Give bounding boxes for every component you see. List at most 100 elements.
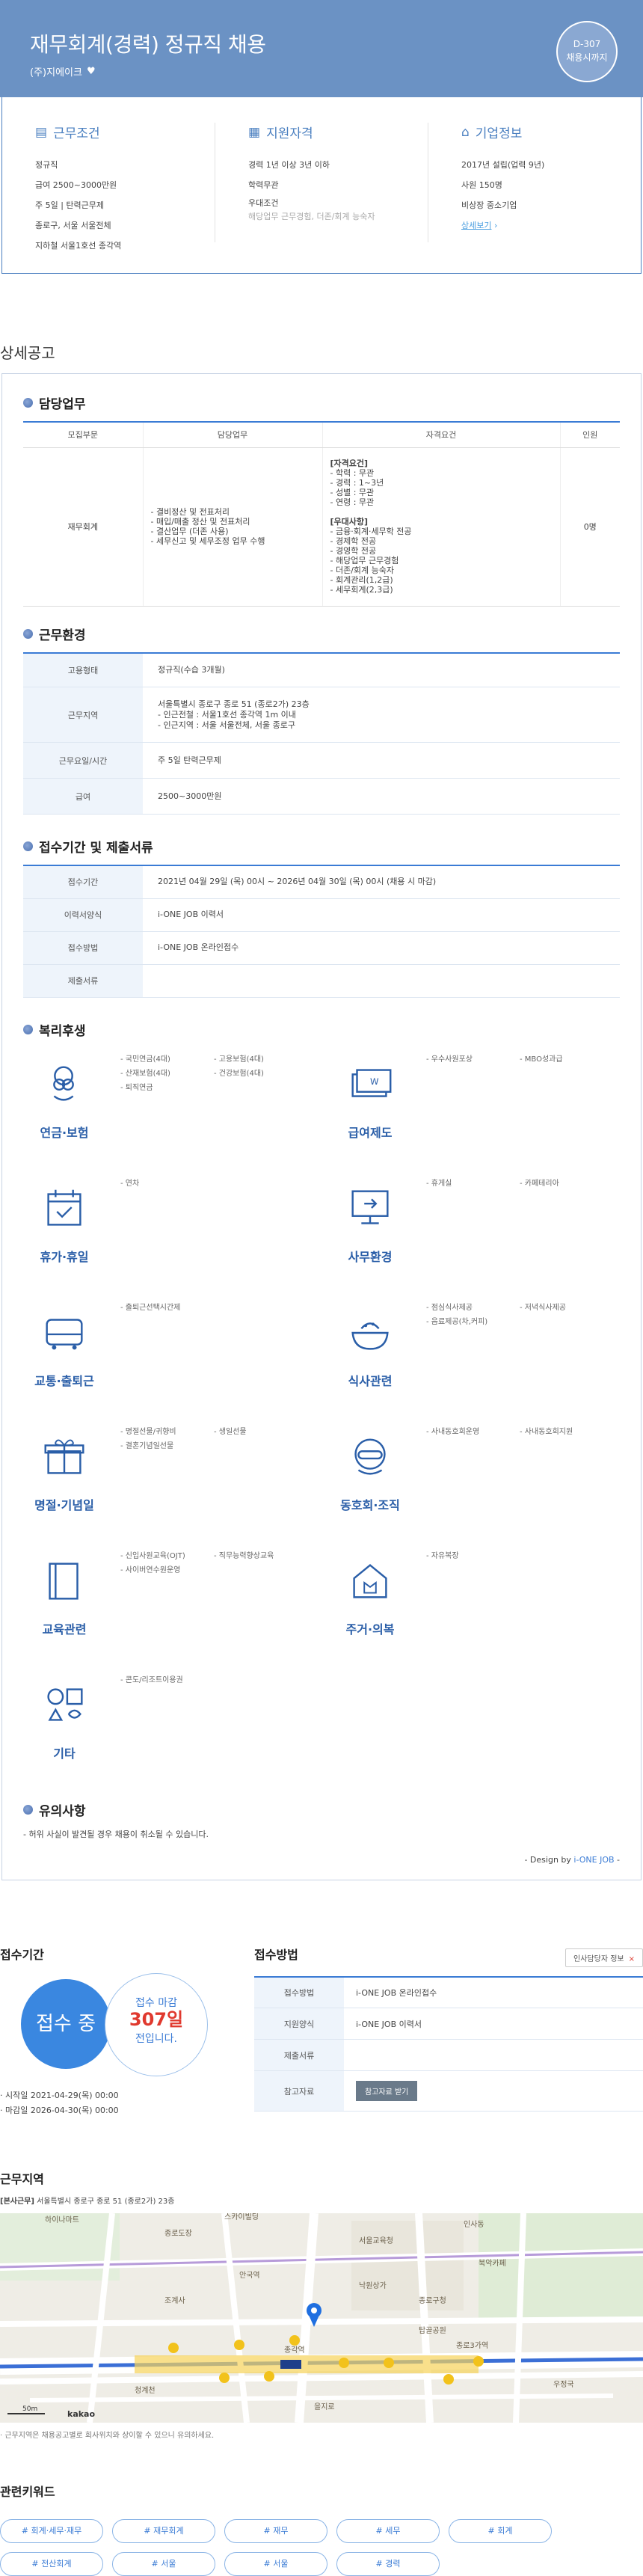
book-icon [49, 1562, 79, 1600]
benefit-entry: - 휴게실 [426, 1179, 452, 1188]
id-card-icon: ▦ [248, 124, 261, 140]
company-name[interactable]: (주)지에이크 [30, 64, 82, 79]
summary-conditions-title: 근무조건 [53, 126, 100, 141]
map-scale: 50m [22, 2405, 37, 2413]
company-name-row[interactable]: (주)지에이크 ♥ [30, 64, 96, 79]
bullet-icon [23, 398, 33, 408]
keyword-tag[interactable]: # 세무 [336, 2518, 440, 2543]
benefit-list: - 신입사원교육(OJT) - 직무능력향상교육 - 사이버연수원운영 [120, 1549, 307, 1574]
pref-line: - 더존/회계 능숙자 [330, 565, 395, 575]
keyword-tag[interactable]: # 서울 [112, 2551, 215, 2576]
keyword-tag[interactable]: # 회계 [449, 2518, 552, 2543]
close-icon[interactable]: × [629, 1955, 635, 1963]
row-label: 고용형태 [23, 652, 143, 687]
benefit-entry: - 퇴직연금 [120, 1083, 153, 1092]
download-reference-button[interactable]: 참고자료 받기 [356, 2081, 418, 2101]
benefit-entry: - 사내동호회운영 [426, 1427, 480, 1436]
qual-line: - 연령 : 무관 [330, 497, 375, 507]
design-brand[interactable]: i-ONE JOB [573, 1855, 614, 1865]
benefit-item: 동호회·조직 - 사내동호회운영 - 사내동호회지원 [329, 1420, 620, 1545]
row-value: 주 5일 탄력근무제 [143, 742, 620, 779]
row-label: 접수기간 [23, 865, 143, 899]
dday-badge: D-307 채용시까지 [556, 21, 618, 82]
contact-info-label: 인사담당자 정보 [573, 1955, 624, 1963]
svg-text:W: W [370, 1076, 379, 1087]
map-label: 북악카페 [479, 2259, 506, 2268]
calendar-icon [47, 1189, 81, 1226]
benefit-list: - 휴게실 - 카페테리아 [426, 1177, 613, 1188]
apply-table: 접수기간 2021년 04월 29일 (목) 00시 ~ 2026년 04월 30… [23, 865, 620, 998]
keywords-section: 관련키워드 # 회계·세무·재무 # 재무회계 # 재무 # 세무 # 회계 #… [0, 2482, 643, 2576]
address-text: 서울특별시 종로구 종로 51 (종로2가) 23층 [37, 2197, 175, 2206]
duty-dept: 재무회계 [23, 447, 144, 607]
bullet-icon [23, 841, 33, 851]
qual-line: - 학력 : 무관 [330, 468, 375, 478]
row-value: 2021년 04월 29일 (목) 00시 ~ 2026년 04월 30일 (목… [143, 865, 620, 899]
summary-line: 비상장 중소기업 [461, 200, 517, 210]
benefit-entry: - 카페테리아 [520, 1179, 559, 1188]
bullet-icon [23, 628, 33, 639]
pension-icon [53, 1065, 74, 1101]
loc-line: - 인근지역 : 서울 서울전체, 서울 종로구 [158, 720, 295, 730]
row-value [344, 2039, 643, 2071]
map-label: 인사동 [464, 2220, 484, 2229]
design-suffix: - [614, 1854, 620, 1865]
map-label: 낙원상가 [359, 2281, 387, 2290]
row-value [143, 964, 620, 998]
notice-text: - 허위 사실이 발견될 경우 채용이 취소될 수 있습니다. [23, 1829, 209, 1839]
heart-icon[interactable]: ♥ [87, 66, 96, 77]
benefit-label: 휴가·휴일 [40, 1249, 89, 1264]
benefit-entry: - 건강보험(4대) [214, 1069, 264, 1078]
company-detail-link[interactable]: 상세보기 [461, 221, 491, 230]
benefit-label: 사무환경 [348, 1249, 393, 1264]
row-label: 제출서류 [254, 2039, 344, 2071]
map-label: 청계천 [135, 2386, 156, 2395]
shapes-icon [47, 1687, 83, 1721]
benefit-label: 주거·의복 [345, 1622, 395, 1637]
row-label: 이력서양식 [23, 898, 143, 932]
benefit-label: 명절·기념일 [34, 1497, 94, 1512]
map-canvas[interactable]: 하이나마트 종로도장 스카이빌딩 인사동 서울교육청 안국역 낙원상가 종로구청… [0, 2212, 643, 2423]
summary-line: 학력무관 [248, 180, 279, 190]
pref-line: - 금융·회계·세무학 전공 [330, 527, 412, 536]
keyword-tag[interactable]: # 경력 [336, 2551, 440, 2576]
benefit-entry: - 저녁식사제공 [520, 1303, 566, 1312]
benefits-title: 복리후생 [39, 1023, 86, 1039]
keyword-tag[interactable]: # 전산회계 [0, 2551, 103, 2576]
summary-line: 우대조건 [248, 198, 279, 208]
contact-info-button[interactable]: 인사담당자 정보 × [565, 1948, 643, 1967]
summary-line: 급여 2500~3000만원 [35, 180, 117, 190]
duty-table: 모집부문 담당업무 자격요건 인원 재무회계 - 결비정산 및 전표처리 - 매… [23, 421, 620, 607]
detail-section-title: 상세공고 [0, 344, 55, 362]
bullet-icon [23, 1024, 33, 1034]
location-map[interactable]: 하이나마트 종로도장 스카이빌딩 인사동 서울교육청 안국역 낙원상가 종로구청… [0, 2212, 643, 2423]
benefit-label: 연금·보험 [40, 1125, 89, 1140]
col-header: 자격요건 [322, 422, 561, 448]
document-icon: ▤ [35, 124, 48, 140]
benefit-entry: - 직무능력향상교육 [214, 1551, 274, 1560]
map-label: 종로도장 [164, 2229, 192, 2238]
benefit-list: - 우수사원포상 - MBO성과급 [426, 1052, 613, 1064]
period-panel: 접수기간 접수 중 접수 마감 307일 전입니다. · 시작일 2021-04… [0, 1945, 239, 2118]
benefit-item: 휴가·휴일 - 연차 [23, 1172, 314, 1296]
keyword-tag[interactable]: # 서울 [224, 2551, 327, 2576]
status-circle: 접수 중 [21, 1978, 111, 2069]
benefit-list: - 명절선물/귀향비 - 생일선물 - 결혼기념일선물 [120, 1425, 307, 1450]
benefit-entry: - 연차 [120, 1179, 140, 1188]
benefit-entry: - 우수사원포상 [426, 1055, 473, 1064]
row-value: i-ONE JOB 이력서 [143, 898, 620, 932]
period-start: · 시작일 2021-04-29(목) 00:00 [0, 2090, 119, 2100]
pref-line: - 경제학 전공 [330, 536, 377, 546]
map-label: 스카이빌딩 [224, 2213, 259, 2221]
benefit-entry: - MBO성과급 [520, 1055, 563, 1064]
benefit-item: W 급여제도 - 우수사원포상 - MBO성과급 [329, 1048, 620, 1172]
keyword-tag[interactable]: # 재무 [224, 2518, 327, 2543]
keyword-tag[interactable]: # 재무회계 [112, 2518, 215, 2543]
benefit-list: - 출퇴근선택시간제 [120, 1301, 307, 1312]
benefit-entry: - 콘도/리조트이용권 [120, 1675, 183, 1684]
gift-icon [44, 1438, 84, 1474]
benefit-entry: - 국민연금(4대) [120, 1055, 170, 1064]
keyword-tag[interactable]: # 회계·세무·재무 [0, 2518, 103, 2543]
benefit-item: 기타 - 콘도/리조트이용권 [23, 1669, 314, 1793]
loc-line: 서울특별시 종로구 종로 51 (종로2가) 23층 [158, 699, 310, 709]
